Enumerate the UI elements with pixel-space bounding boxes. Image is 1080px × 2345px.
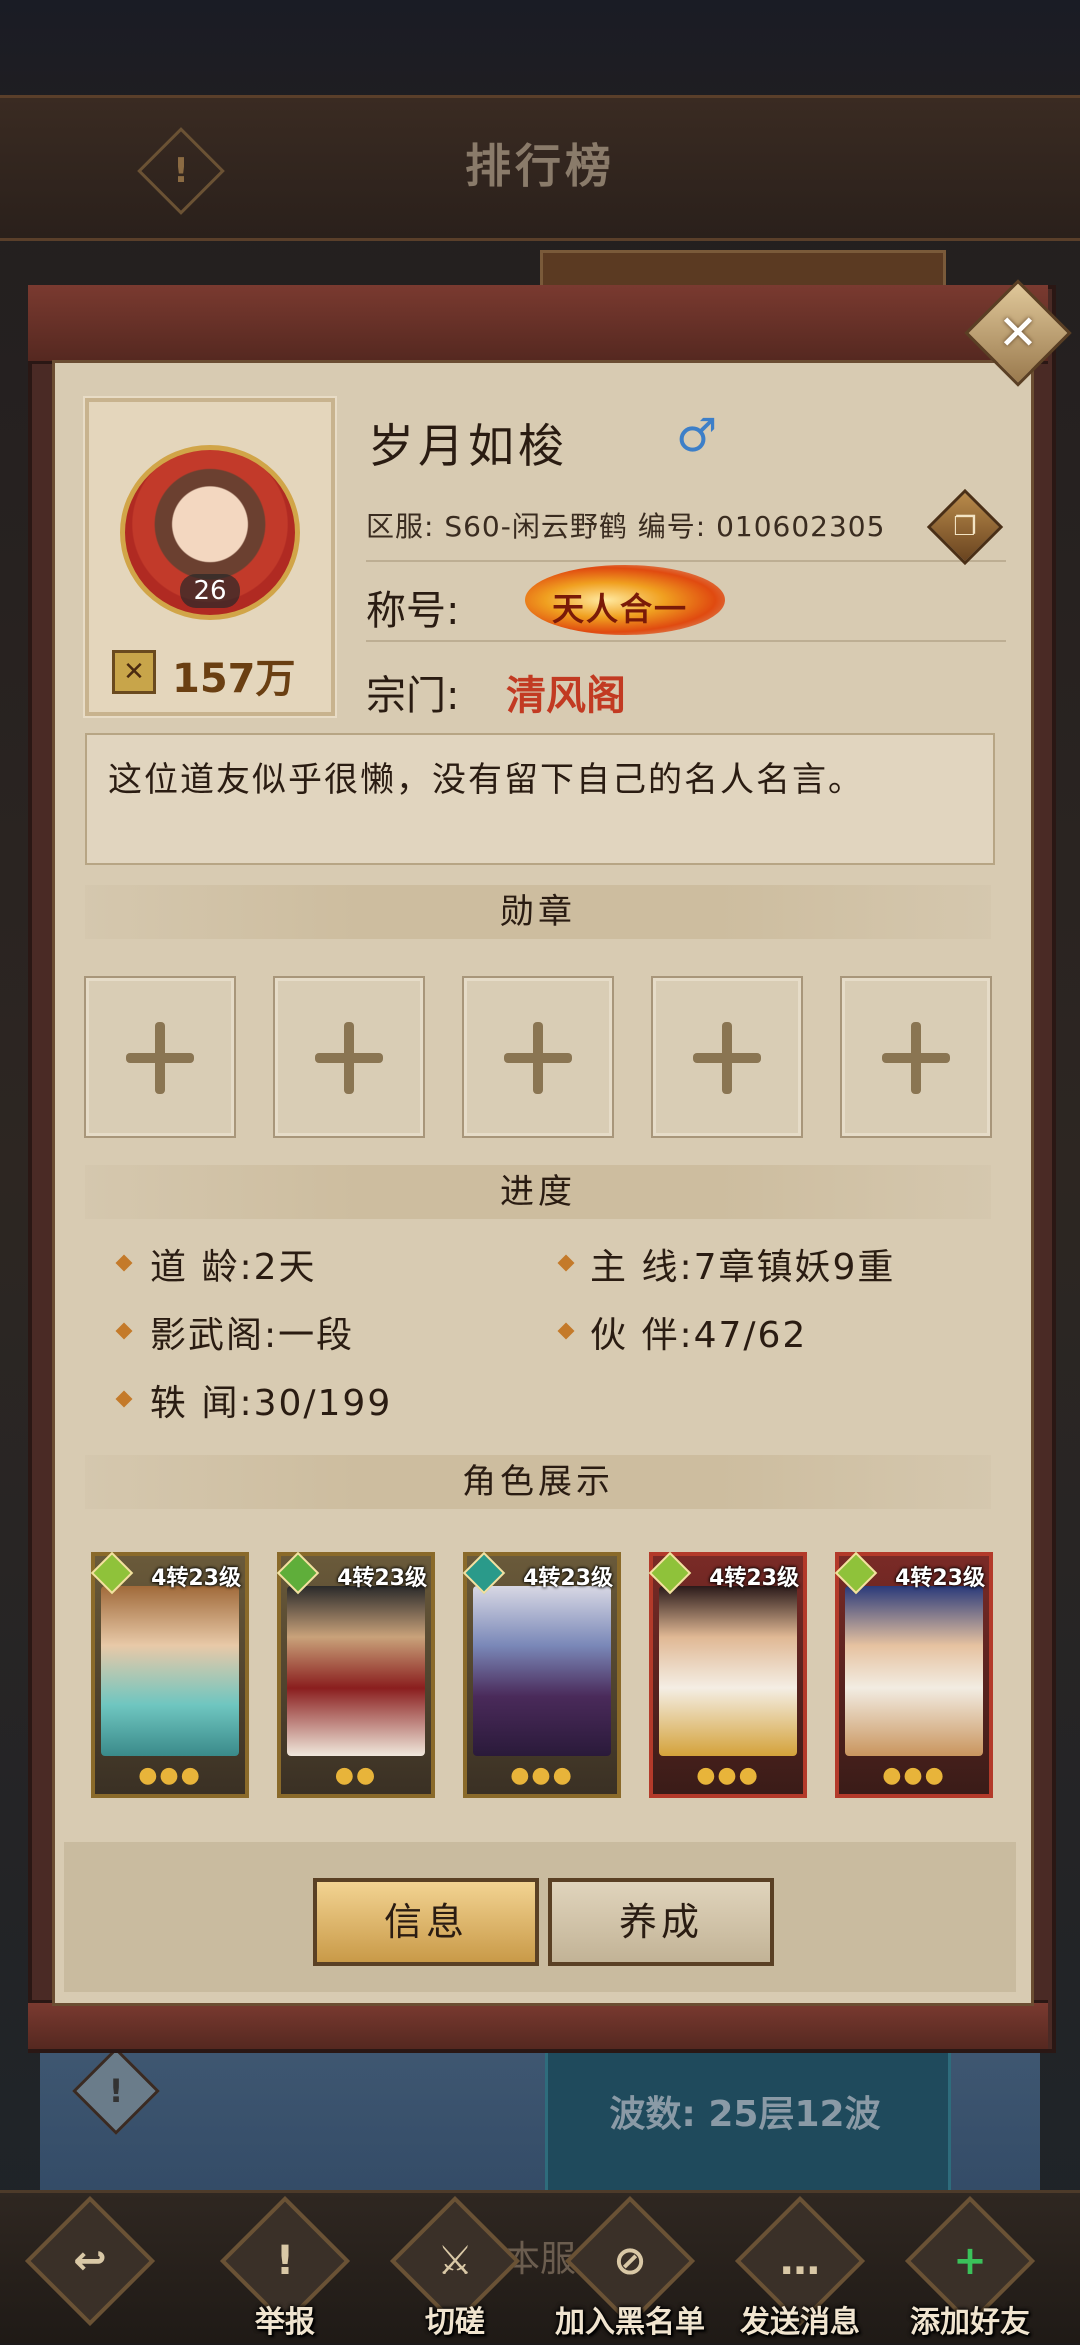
server-id-text: 区服: S60-闲云野鹤 编号: 010602305	[366, 510, 886, 543]
hero-card[interactable]: 4转23级 ●●●	[90, 1551, 249, 1798]
spar-label: 切磋	[425, 2305, 485, 2340]
plus-icon-stroke	[722, 1022, 732, 1094]
hero-stars: ●●●	[882, 1763, 946, 1788]
hero-rank-tag: 4转23级	[523, 1566, 613, 1591]
blacklist-button[interactable]: ⊘ 加入黑名单	[555, 2195, 705, 2340]
copy-icon: ❐	[953, 512, 977, 542]
sect-value[interactable]: 清风阁	[506, 663, 626, 721]
title-badge-text: 天人合一	[551, 590, 688, 628]
report-label: 举报	[255, 2305, 315, 2340]
wave-count-text: 波数: 25层12波	[609, 2094, 881, 2135]
info-tab-button[interactable]: 信息	[313, 1878, 539, 1966]
motto-text: 这位道友似乎很懒，没有留下自己的名人名言。	[108, 760, 864, 800]
progress-item: 影武阁:一段	[150, 1315, 355, 1356]
title-label: 称号:	[366, 588, 460, 634]
avatar-level-badge: 26	[180, 574, 240, 608]
hero-card[interactable]: 4转23级 ●●	[276, 1551, 435, 1798]
hero-portrait	[659, 1586, 797, 1756]
progress-section-header: 进度	[85, 1165, 991, 1219]
close-icon: ✕	[997, 305, 1039, 361]
hero-rank-tag: 4转23级	[337, 1566, 427, 1591]
hero-stars: ●●●	[696, 1763, 760, 1788]
add-friend-label: 添加好友	[910, 2305, 1030, 2340]
medals-section-header: 勋章	[85, 885, 991, 939]
modal-footer-bar	[28, 2000, 1048, 2049]
showcase-section-header: 角色展示	[85, 1455, 991, 1509]
report-button[interactable]: ! 举报	[215, 2195, 355, 2340]
medal-slot[interactable]	[651, 976, 803, 1138]
progress-item: 道 龄:2天	[150, 1247, 317, 1288]
back-button[interactable]: ↩	[20, 2195, 160, 2335]
plus-icon-stroke	[155, 1022, 165, 1094]
plus-icon-stroke	[344, 1022, 354, 1094]
progress-item: 主 线:7章镇妖9重	[590, 1247, 896, 1288]
train-tab-button[interactable]: 养成	[548, 1878, 774, 1966]
send-message-button[interactable]: … 发送消息	[730, 2195, 870, 2340]
blacklist-label: 加入黑名单	[555, 2305, 705, 2340]
hero-portrait	[473, 1586, 611, 1756]
modal-header-bar	[28, 285, 1048, 364]
hero-portrait	[287, 1586, 425, 1756]
hero-rank-tag: 4转23级	[895, 1566, 985, 1591]
medal-slot[interactable]	[462, 976, 614, 1138]
plus-icon-stroke	[533, 1022, 543, 1094]
progress-item: 伙 伴:47/62	[590, 1315, 808, 1356]
medal-slot[interactable]	[840, 976, 992, 1138]
back-arrow-icon: ↩	[24, 2195, 156, 2327]
hero-stars: ●●●	[510, 1763, 574, 1788]
button-area	[64, 1842, 1016, 1992]
progress-item: 轶 闻:30/199	[150, 1383, 393, 1424]
player-name: 岁月如梭	[368, 419, 568, 473]
plus-icon-stroke	[911, 1022, 921, 1094]
medal-slot[interactable]	[273, 976, 425, 1138]
add-friend-button[interactable]: + 添加好友	[900, 2195, 1040, 2340]
hero-portrait	[845, 1586, 983, 1756]
hero-rank-tag: 4转23级	[151, 1566, 241, 1591]
hero-card[interactable]: 4转23级 ●●●	[648, 1551, 807, 1798]
hero-card[interactable]: 4转23级 ●●●	[462, 1551, 621, 1798]
combat-power-icon: ✕	[112, 650, 156, 694]
hero-stars: ●●	[334, 1763, 378, 1788]
hero-card[interactable]: 4转23级 ●●●	[834, 1551, 993, 1798]
medal-slot[interactable]	[84, 976, 236, 1138]
hero-rank-tag: 4转23级	[709, 1566, 799, 1591]
send-message-label: 发送消息	[740, 2305, 860, 2340]
sect-label: 宗门:	[366, 673, 460, 719]
combat-power-value: 157万	[172, 656, 296, 702]
spar-button[interactable]: ⚔ 切磋	[385, 2195, 525, 2340]
hero-portrait	[101, 1586, 239, 1756]
male-gender-icon: ♂	[676, 408, 718, 462]
hero-stars: ●●●	[138, 1763, 202, 1788]
